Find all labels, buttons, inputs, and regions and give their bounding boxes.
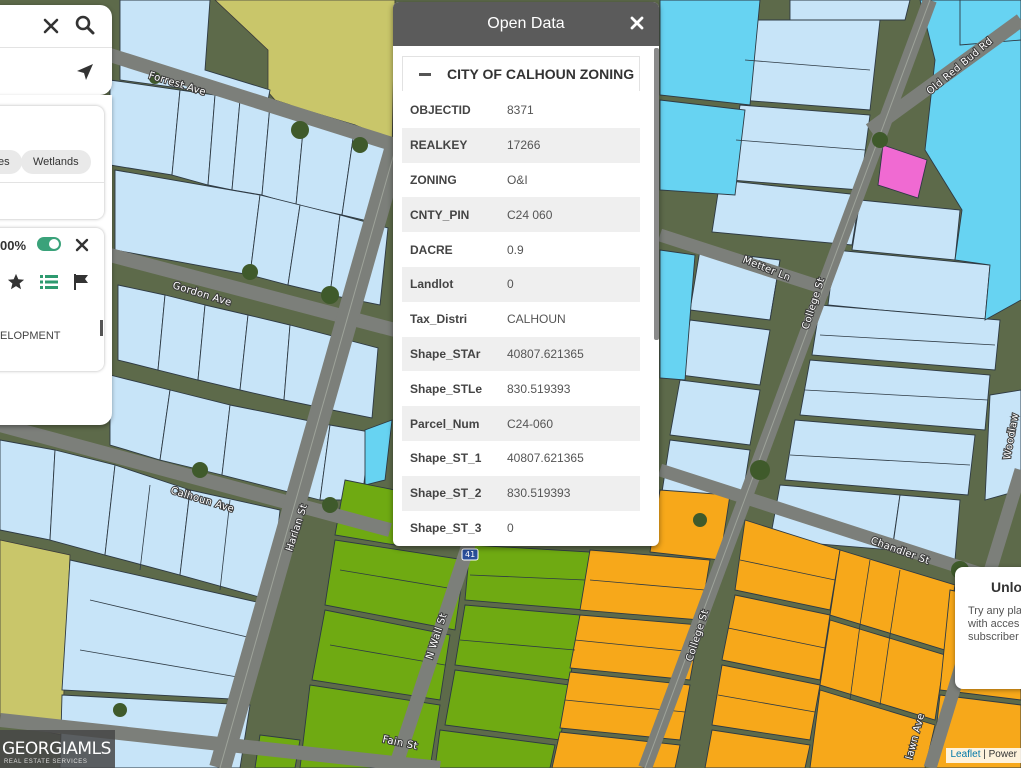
attribute-key: Landlot: [410, 277, 454, 292]
attribute-value: 830.519393: [507, 486, 571, 501]
card-divider: [0, 182, 104, 183]
attribute-key: DACRE: [410, 242, 453, 257]
attribute-key: OBJECTID: [410, 103, 471, 118]
remove-layer-icon[interactable]: [74, 237, 90, 253]
attribute-key: Shape_ST_3: [410, 520, 482, 535]
logo-subtitle: REAL ESTATE SERVICES: [4, 759, 88, 765]
olive-zone-southwest: [0, 539, 71, 736]
locate-arrow-icon[interactable]: [74, 61, 96, 83]
attribute-row: Parcel_Num C24-060: [402, 406, 640, 441]
attribute-row: ZONING O&I: [402, 162, 640, 198]
attribute-table: OBJECTID 8371 REALKEY 17266 ZONING O&I CNTY_PI…: [402, 93, 640, 546]
attribute-row: Shape_STLe 830.519393: [402, 371, 640, 407]
attribute-row: REALKEY 17266: [402, 127, 640, 163]
attribute-key: Parcel_Num: [410, 416, 480, 431]
attribute-value: CALHOUN: [507, 312, 566, 327]
close-icon[interactable]: [42, 16, 60, 36]
attribute-key: REALKEY: [410, 138, 468, 153]
list-icon[interactable]: [39, 273, 59, 291]
popup-scrollbar[interactable]: [654, 48, 659, 340]
logo-text: GEORGIAMLS: [2, 739, 111, 759]
attribute-value: 40807.621365: [507, 451, 584, 466]
attribute-key: Shape_ST_2: [410, 486, 482, 501]
map-attribution: Leaflet | Power: [946, 748, 1021, 763]
toggle-knob: [49, 239, 59, 249]
section-title: CITY OF CALHOUN ZONING: [447, 66, 635, 82]
attribute-row: Shape_ST_1 40807.621365: [402, 440, 640, 476]
powered-by-text: | Power: [983, 749, 1017, 760]
sidebar-divider: [0, 47, 112, 48]
attribute-value: 0: [507, 520, 514, 535]
popup-title: Open Data: [487, 15, 565, 32]
search-icon[interactable]: [74, 14, 96, 36]
zoning-section-header[interactable]: CITY OF CALHOUN ZONING: [402, 56, 640, 91]
attribute-value: 0.9: [507, 242, 524, 257]
attribute-value: C24 060: [507, 207, 553, 222]
attribute-row: Shape_ST_2 830.519393: [402, 475, 640, 511]
layer-visibility-toggle[interactable]: [37, 237, 61, 251]
attribute-value: 17266: [507, 138, 541, 153]
attribute-value: 0: [507, 277, 514, 292]
layer-opacity-value: 00%: [0, 238, 27, 253]
attribute-row: Tax_Distri CALHOUN: [402, 301, 640, 337]
attribute-key: CNTY_PIN: [410, 207, 470, 222]
georgia-mls-logo: GEORGIAMLS REAL ESTATE SERVICES: [0, 730, 115, 768]
route-badge-label: 41: [465, 550, 475, 559]
attribute-key: Tax_Distri: [410, 312, 468, 327]
unlock-text-line: Try any pla: [968, 605, 1021, 617]
attribute-row: Shape_ST_3 0: [402, 510, 640, 546]
filter-chip-wetlands[interactable]: Wetlands: [21, 150, 91, 174]
unlock-card[interactable]: Unlo Try any pla with acces subscriber: [955, 567, 1021, 689]
leaflet-link[interactable]: Leaflet: [950, 749, 980, 760]
attribute-value: 40807.621365: [507, 346, 584, 361]
unlock-text-line: with acces: [968, 618, 1020, 630]
attribute-value: 8371: [507, 103, 534, 118]
filter-chip[interactable]: es: [0, 150, 22, 174]
attribute-key: ZONING: [410, 172, 457, 187]
close-icon[interactable]: [629, 15, 645, 31]
unlock-text-line: subscriber: [968, 631, 1019, 643]
attribute-row: OBJECTID 8371: [402, 93, 640, 128]
star-icon[interactable]: [6, 272, 26, 292]
attribute-value: C24-060: [507, 416, 554, 431]
popup-header: Open Data: [393, 2, 659, 46]
attribute-row: DACRE 0.9: [402, 232, 640, 267]
attribute-key: Shape_STAr: [410, 346, 481, 361]
flag-icon[interactable]: [72, 272, 92, 292]
layer-name-label: ELOPMENT: [0, 330, 61, 342]
attribute-row: Shape_STAr 40807.621365: [402, 336, 640, 372]
attribute-row: Landlot 0: [402, 266, 640, 302]
unlock-title: Unlo: [991, 579, 1021, 595]
open-data-popup: Open Data CITY OF CALHOUN ZONING OBJECTI…: [393, 2, 659, 546]
attribute-value: O&I: [507, 172, 528, 187]
attribute-key: Shape_ST_1: [410, 451, 482, 466]
attribute-value: 830.519393: [507, 381, 571, 396]
attribute-row: CNTY_PIN C24 060: [402, 197, 640, 233]
attribute-key: Shape_STLe: [410, 381, 483, 396]
collapse-icon[interactable]: [419, 72, 431, 76]
layer-scroll-handle[interactable]: [100, 320, 103, 336]
